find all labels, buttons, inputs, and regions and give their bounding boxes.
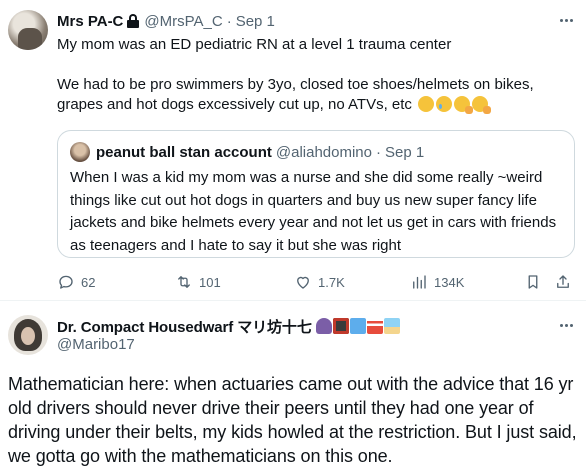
tweet: Dr. Compact Housedwarf マリ坊十七 @Maribo17 M… [0, 301, 586, 472]
reply-icon [59, 275, 73, 289]
tweet-date: Sep 1 [385, 143, 425, 161]
name-emojis [315, 318, 400, 334]
more-options-icon[interactable] [556, 10, 576, 30]
desert-island-icon [383, 318, 400, 334]
author-handle[interactable]: @MrsPA_C [144, 13, 222, 30]
reply-button[interactable]: 62 [57, 272, 95, 292]
share-icon [557, 275, 569, 288]
japan-map-icon [349, 318, 366, 334]
like-count: 1.7K [318, 274, 345, 290]
view-count: 134K [434, 274, 465, 290]
views-button[interactable]: 134K [410, 272, 464, 292]
author-name[interactable]: Dr. Compact Housedwarf マリ坊十七 [57, 316, 312, 337]
tweet-date[interactable]: Sep 1 [236, 13, 275, 30]
tweet-header: Dr. Compact Housedwarf マリ坊十七 [57, 316, 400, 336]
author-name: peanut ball stan account [96, 143, 272, 161]
tweet-header: Mrs PA-C @MrsPA_C · Sep 1 [57, 12, 275, 30]
saluting-face-icon [454, 96, 474, 114]
woman-tipping-hand-icon [315, 318, 332, 334]
bookmark-icon [528, 275, 538, 289]
tweet-paragraph: We had to be pro swimmers by 3yo, closed… [57, 75, 577, 115]
separator: · [376, 143, 381, 161]
smiling-face-with-tear-icon [436, 96, 453, 112]
author-handle: @aliahdomino [275, 143, 372, 161]
author-handle[interactable]: @Maribo17 [57, 336, 135, 353]
avatar[interactable] [8, 315, 48, 355]
tweet-paragraph: My mom was an ED pediatric RN at a level… [57, 36, 452, 53]
like-button[interactable]: 1.7K [294, 272, 345, 292]
tweet: Mrs PA-C @MrsPA_C · Sep 1 My mom was an … [0, 0, 586, 300]
avatar[interactable] [8, 10, 48, 50]
reply-count: 62 [81, 274, 96, 290]
bento-box-icon [332, 318, 349, 334]
tweet-text: My mom was an ED pediatric RN at a level… [57, 35, 577, 115]
quoted-tweet-header: peanut ball stan account @aliahdomino · … [96, 142, 424, 162]
lock-icon [127, 14, 140, 28]
share-button[interactable] [554, 272, 572, 292]
tweet-text: Mathematician here: when actuaries came … [8, 374, 577, 466]
separator: · [226, 12, 232, 30]
views-icon [413, 275, 426, 289]
torii-gate-icon [366, 318, 383, 334]
quoted-tweet[interactable]: peanut ball stan account @aliahdomino · … [57, 130, 575, 258]
slightly-smiling-face-icon [418, 96, 435, 112]
retweet-count: 101 [199, 274, 221, 290]
avatar [70, 142, 90, 162]
retweet-button[interactable]: 101 [175, 272, 221, 292]
retweet-icon [178, 276, 190, 288]
quoted-tweet-text: When I was a kid my mom was a nurse and … [70, 169, 557, 254]
author-name[interactable]: Mrs PA-C [57, 13, 123, 30]
tweet-actions: 62 101 1.7K 134K [57, 272, 577, 292]
saluting-face-icon [472, 96, 492, 114]
more-options-icon[interactable] [556, 315, 576, 335]
bookmark-button[interactable] [524, 272, 542, 292]
heart-icon [297, 276, 309, 289]
